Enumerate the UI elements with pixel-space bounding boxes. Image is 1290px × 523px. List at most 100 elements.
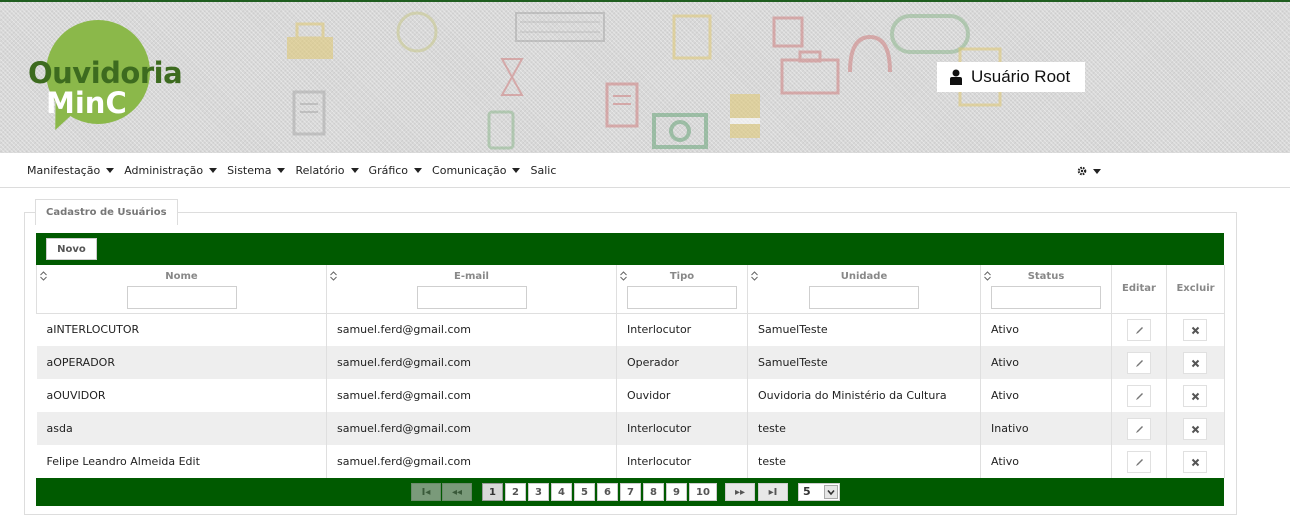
caret-down-icon [106, 167, 115, 173]
table-row[interactable]: Felipe Leandro Almeida Edit samuel.ferd@g… [36, 445, 1225, 478]
next-page-button[interactable]: ▸▸ [725, 483, 755, 501]
table-row[interactable]: aINTERLOCUTOR samuel.ferd@gmail.com Interl… [36, 313, 1225, 346]
page-button[interactable]: 8 [643, 483, 664, 501]
page-button[interactable]: 4 [551, 483, 572, 501]
delete-button[interactable] [1183, 318, 1207, 341]
page-button[interactable]: 6 [597, 483, 618, 501]
nav-label: Sistema [227, 163, 272, 177]
pencil-icon [1135, 392, 1143, 400]
caret-down-icon [350, 167, 359, 173]
cell-email: samuel.ferd@gmail.com [326, 379, 617, 412]
cell-nome: aOPERADOR [36, 346, 327, 379]
filter-tipo-input[interactable] [627, 286, 737, 309]
chevron-down-icon [824, 485, 838, 499]
filter-unidade-input[interactable] [809, 286, 919, 309]
cell-status: Inativo [980, 412, 1112, 445]
user-menu[interactable]: Usuário Root [937, 62, 1085, 92]
page-button[interactable]: 1 [482, 483, 503, 501]
nav-item-sistema[interactable]: Sistema [227, 163, 286, 177]
nav-item-relatorio[interactable]: Relatório [295, 163, 359, 177]
cell-tipo: Ouvidor [616, 379, 748, 412]
table-row[interactable]: aOUVIDOR samuel.ferd@gmail.com Ouvidor Ouvi… [36, 379, 1225, 412]
column-header-excluir: Excluir [1166, 265, 1225, 314]
edit-button[interactable] [1126, 351, 1151, 374]
delete-button[interactable] [1183, 384, 1207, 407]
page-button[interactable]: 7 [620, 483, 641, 501]
page-button[interactable]: 10 [689, 483, 717, 501]
caret-down-icon [512, 167, 521, 173]
delete-button[interactable] [1183, 417, 1207, 440]
column-header-status[interactable]: Status [980, 265, 1112, 314]
user-name: Usuário Root [971, 67, 1071, 86]
page-button[interactable]: 2 [505, 483, 526, 501]
close-icon [1191, 359, 1200, 367]
page-button[interactable]: 3 [528, 483, 549, 501]
edit-button[interactable] [1126, 450, 1151, 473]
last-page-button[interactable]: ▸I [758, 483, 788, 501]
ouvidoria-logo[interactable]: Ouvidoria MinC [28, 20, 203, 140]
column-header-unidade[interactable]: Unidade [747, 265, 981, 314]
cell-unidade: teste [747, 412, 981, 445]
new-user-button[interactable]: Novo [46, 238, 97, 260]
column-header-email[interactable]: E-mail [326, 265, 617, 314]
first-page-button[interactable]: I◂ [411, 483, 441, 501]
user-icon [950, 69, 962, 85]
delete-button[interactable] [1183, 351, 1207, 374]
cell-tipo: Interlocutor [616, 445, 748, 478]
close-icon [1191, 326, 1200, 334]
caret-down-icon [414, 167, 423, 173]
column-header-tipo[interactable]: Tipo [616, 265, 748, 314]
column-header-editar: Editar [1111, 265, 1167, 314]
headphones-icon [848, 34, 892, 73]
table-header-row: Nome E-mail Tipo Unidade Status Editar E… [36, 265, 1225, 314]
filter-status-input[interactable] [991, 286, 1101, 309]
lightbulb-icon [730, 94, 760, 138]
cell-nome: aOUVIDOR [36, 379, 327, 412]
cell-email: samuel.ferd@gmail.com [326, 412, 617, 445]
nav-label: Relatório [295, 163, 345, 177]
cell-excluir [1166, 379, 1225, 412]
delete-button[interactable] [1183, 450, 1207, 473]
keyboard-icon [515, 12, 605, 42]
filter-nome-input[interactable] [126, 286, 237, 309]
edit-button[interactable] [1126, 384, 1151, 407]
nav-item-salic[interactable]: Salic [530, 164, 556, 177]
cell-status: Ativo [980, 445, 1112, 478]
nav-item-comunicacao[interactable]: Comunicação [432, 164, 521, 177]
printer-icon [287, 22, 333, 59]
logo-text-ouvidoria: Ouvidoria [28, 56, 183, 90]
cell-status: Ativo [980, 379, 1112, 412]
table-row[interactable]: aOPERADOR samuel.ferd@gmail.com Operador Sa… [36, 346, 1225, 379]
page-button[interactable]: 9 [666, 483, 687, 501]
calculator-icon [672, 14, 712, 60]
settings-menu[interactable] [1077, 166, 1101, 176]
filter-email-input[interactable] [416, 286, 527, 309]
cell-unidade: SamuelTeste [747, 346, 981, 379]
prev-page-button[interactable]: ◂◂ [442, 483, 472, 501]
close-icon [1191, 392, 1200, 400]
edit-button[interactable] [1126, 417, 1151, 440]
cell-nome: Felipe Leandro Almeida Edit [36, 445, 327, 478]
nav-item-grafico[interactable]: Gráfico [369, 164, 423, 177]
document-icon [605, 82, 639, 128]
hourglass-icon [500, 58, 524, 96]
cell-editar [1111, 313, 1167, 346]
pencil-icon [1135, 326, 1143, 334]
rows-per-page-select[interactable]: 5 [798, 483, 840, 501]
edit-button[interactable] [1126, 318, 1151, 341]
column-header-nome[interactable]: Nome [36, 265, 327, 314]
table-row[interactable]: asda samuel.ferd@gmail.com Interlocutor tes… [36, 412, 1225, 445]
cell-editar [1111, 445, 1167, 478]
nav-item-administracao[interactable]: Administração [124, 164, 218, 177]
nav-item-manifestacao[interactable]: Manifestação [27, 164, 115, 177]
cell-excluir [1166, 313, 1225, 346]
cell-nome: aINTERLOCUTOR [36, 313, 327, 346]
sort-icon [40, 271, 47, 281]
floppy-icon [772, 16, 804, 48]
cell-editar [1111, 379, 1167, 412]
column-label: Tipo [669, 271, 695, 282]
column-label: Status [1027, 271, 1065, 282]
cell-unidade: teste [747, 445, 981, 478]
page-button[interactable]: 5 [574, 483, 595, 501]
cell-email: samuel.ferd@gmail.com [326, 445, 617, 478]
